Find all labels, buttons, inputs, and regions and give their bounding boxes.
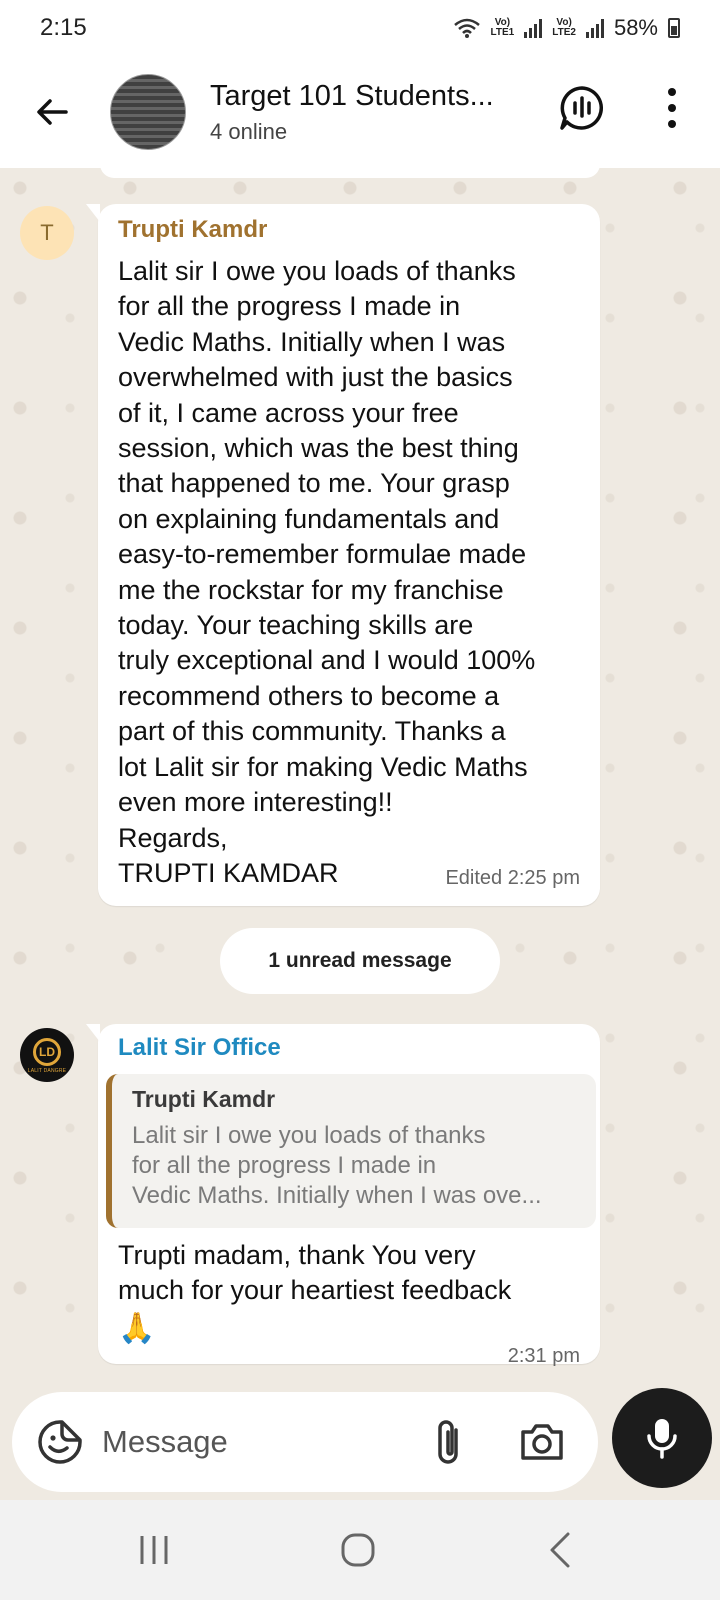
chat-header: Target 101 Students... 4 online	[0, 56, 720, 168]
online-count: 4 online	[210, 118, 288, 144]
voice-chat-button[interactable]	[556, 82, 608, 134]
sender-name[interactable]: Lalit Sir Office	[118, 1034, 588, 1062]
quoted-text: Lalit sir I owe you loads of thanks for …	[132, 1122, 542, 1209]
camera-button[interactable]	[518, 1418, 566, 1466]
attach-button[interactable]	[430, 1416, 470, 1468]
message-text: Trupti madam, thank You very much for yo…	[118, 1240, 512, 1306]
message-bubble-reply[interactable]: Lalit Sir Office Trupti Kamdr Lalit sir …	[86, 1024, 600, 1367]
quoted-message[interactable]: Trupti Kamdr Lalit sir I owe you loads o…	[106, 1074, 596, 1228]
status-bar: 2:15 Vo) LTE1 Vo) LTE2 58%	[0, 0, 720, 56]
system-back-button[interactable]	[548, 1530, 572, 1570]
previous-message-bubble	[100, 168, 600, 178]
chat-title-block[interactable]: Target 101 Students... 4 online	[210, 80, 530, 145]
sender-name[interactable]: Trupti Kamdr	[118, 216, 580, 244]
message-composer	[12, 1392, 598, 1492]
battery-icon	[668, 18, 680, 38]
message-bubble-incoming[interactable]: Trupti Kamdr Lalit sir I owe you loads o…	[86, 204, 600, 906]
logo-initials: LD	[33, 1038, 61, 1066]
wifi-icon	[453, 18, 480, 38]
back-icon	[550, 1532, 570, 1568]
avatar[interactable]: LD LALIT DANGRE	[20, 1028, 74, 1082]
signal-2-icon	[585, 18, 604, 38]
group-avatar[interactable]	[110, 74, 186, 150]
logo-caption: LALIT DANGRE	[27, 1068, 67, 1074]
avatar[interactable]: T	[20, 206, 74, 260]
back-button[interactable]	[22, 82, 82, 142]
paperclip-icon	[438, 1420, 458, 1464]
system-nav-bar	[0, 1500, 720, 1600]
signal-1-icon	[524, 18, 543, 38]
status-icons: Vo) LTE1 Vo) LTE2 58%	[453, 15, 680, 41]
sim2-label: Vo) LTE2	[552, 17, 576, 38]
folded-hands-emoji: 🙏	[118, 1311, 156, 1345]
quoted-sender: Trupti Kamdr	[132, 1086, 276, 1112]
message-text: Lalit sir I owe you loads of thanks for …	[118, 256, 536, 888]
voice-record-button[interactable]	[612, 1388, 712, 1488]
message-input[interactable]	[102, 1414, 402, 1470]
chat-area[interactable]: T Trupti Kamdr Lalit sir I owe you loads…	[0, 168, 720, 1378]
home-icon	[341, 1533, 375, 1567]
battery-percent: 58%	[613, 15, 658, 40]
sim1-label: Vo) LTE1	[490, 17, 515, 38]
unread-divider: 1 unread message	[220, 928, 500, 994]
emoji-sticker-icon	[38, 1420, 82, 1464]
home-button[interactable]	[340, 1532, 376, 1568]
microphone-icon	[647, 1419, 677, 1459]
group-title: Target 101 Students...	[210, 79, 494, 112]
more-vertical-icon	[668, 88, 676, 96]
more-options-button[interactable]	[652, 80, 692, 136]
camera-icon	[521, 1424, 563, 1460]
recents-icon	[140, 1536, 168, 1564]
emoji-button[interactable]	[36, 1418, 84, 1466]
message-timestamp: 2:31 pm	[507, 1345, 580, 1367]
status-time: 2:15	[40, 14, 87, 41]
voice-chat-icon	[560, 86, 603, 130]
message-timestamp: Edited 2:25 pm	[445, 867, 580, 889]
recents-button[interactable]	[136, 1534, 172, 1566]
back-arrow-icon	[37, 99, 68, 125]
